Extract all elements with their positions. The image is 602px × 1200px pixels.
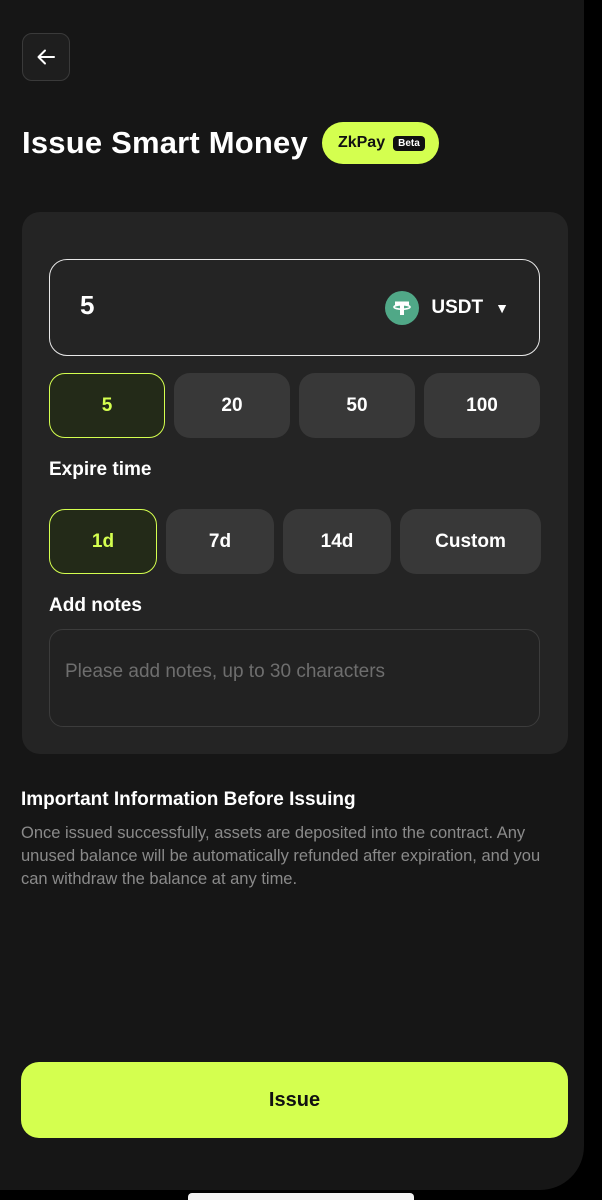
beta-badge: Beta (393, 135, 425, 151)
issue-form-card: 5 USDT ▼ 5 20 50 100 Expire time 1d 7d 1… (22, 212, 568, 754)
title-row: Issue Smart Money ZkPay Beta (22, 122, 439, 164)
amount-preset-5[interactable]: 5 (49, 373, 165, 438)
amount-preset-20[interactable]: 20 (174, 373, 290, 438)
arrow-left-icon (37, 49, 55, 65)
issue-button[interactable]: Issue (21, 1062, 568, 1138)
expire-option-custom[interactable]: Custom (400, 509, 541, 574)
amount-presets: 5 20 50 100 (49, 373, 540, 438)
page-title: Issue Smart Money (22, 125, 308, 160)
amount-value: 5 (80, 290, 95, 320)
brand-name: ZkPay (337, 134, 386, 151)
expire-options: 1d 7d 14d Custom (49, 509, 541, 574)
amount-preset-100[interactable]: 100 (424, 373, 540, 438)
amount-input[interactable]: 5 USDT ▼ (49, 259, 540, 356)
add-notes-label: Add notes (49, 595, 142, 616)
caret-down-icon: ▼ (495, 300, 509, 316)
info-body: Once issued successfully, assets are dep… (21, 824, 541, 888)
currency-selector[interactable]: USDT ▼ (385, 291, 509, 325)
amount-preset-50[interactable]: 50 (299, 373, 415, 438)
app-screen: Issue Smart Money ZkPay Beta 5 USDT ▼ 5 (0, 0, 584, 1190)
notes-field (49, 629, 540, 727)
expire-time-label: Expire time (49, 459, 152, 480)
notes-input[interactable] (50, 630, 539, 726)
expire-option-7d[interactable]: 7d (166, 509, 274, 574)
home-indicator (188, 1193, 414, 1200)
expire-option-14d[interactable]: 14d (283, 509, 391, 574)
info-title: Important Information Before Issuing (21, 789, 356, 810)
expire-option-1d[interactable]: 1d (49, 509, 157, 574)
currency-label: USDT (431, 297, 484, 318)
brand-badge: ZkPay Beta (321, 122, 439, 164)
tether-icon (385, 291, 420, 325)
back-button[interactable] (22, 33, 70, 81)
